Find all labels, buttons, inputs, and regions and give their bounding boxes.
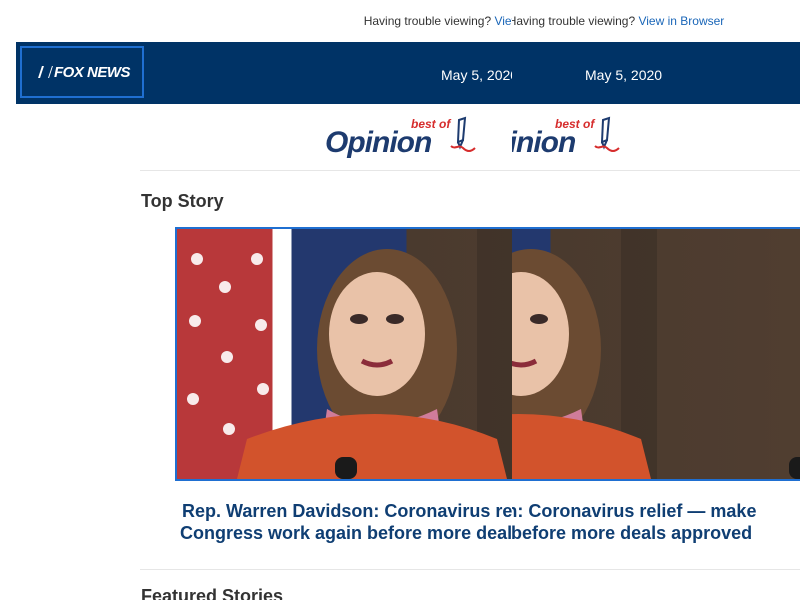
trouble-label: Having trouble viewing? [512, 14, 636, 28]
logo-text: FOX NEWS [38, 64, 131, 81]
issue-date: May 5, 2020 [585, 67, 663, 83]
best-of-label: best of [411, 117, 451, 131]
trouble-viewing-text: Having trouble viewing? View in Browser [0, 14, 512, 28]
pen-icon [450, 116, 476, 152]
divider [140, 569, 512, 570]
best-of-opinion-logo: Opinion best of [512, 116, 620, 166]
top-story-headline-link[interactable]: Rep. Warren Davidson: Coronavirus relief… [175, 500, 512, 544]
view-in-browser-link[interactable]: View in Browser [494, 14, 512, 28]
fox-news-logo[interactable]: FOX NEWS [20, 46, 144, 98]
headline-line-2: Congress work again before more deals ap… [180, 523, 512, 543]
email-view-left: Having trouble viewing? View in Browser … [0, 0, 512, 600]
top-story-headline-link[interactable]: Rep. Warren Davidson: Coronavirus relief… [512, 500, 800, 544]
pen-icon [594, 116, 620, 152]
email-view-right: Having trouble viewing? View in Browser … [512, 0, 800, 600]
top-story-photo[interactable] [175, 227, 512, 481]
headline-line-1: Rep. Warren Davidson: Coronavirus relief… [512, 501, 757, 521]
issue-date: May 5, 2020 [441, 67, 512, 83]
divider [512, 170, 800, 171]
top-story-photo[interactable] [512, 227, 800, 481]
opinion-wordmark: Opinion [512, 126, 576, 159]
best-of-label: best of [555, 117, 595, 131]
headline-line-1: Rep. Warren Davidson: Coronavirus relief… [182, 501, 512, 521]
divider [140, 170, 512, 171]
headline-line-2: Congress work again before more deals ap… [512, 523, 753, 543]
trouble-label: Having trouble viewing? [363, 14, 492, 28]
photo-illustration [187, 229, 512, 479]
email-page: Having trouble viewing? View in Browser … [0, 0, 512, 600]
best-of-opinion-logo: Opinion best of [325, 116, 476, 166]
email-page: Having trouble viewing? View in Browser … [512, 0, 800, 600]
featured-stories-heading: Featured Stories [141, 586, 284, 600]
view-in-browser-link[interactable]: View in Browser [638, 14, 724, 28]
divider [512, 569, 800, 570]
trouble-viewing-text: Having trouble viewing? View in Browser [512, 14, 800, 28]
photo-illustration [512, 229, 800, 479]
top-story-heading: Top Story [141, 191, 224, 211]
opinion-wordmark: Opinion [325, 126, 432, 159]
